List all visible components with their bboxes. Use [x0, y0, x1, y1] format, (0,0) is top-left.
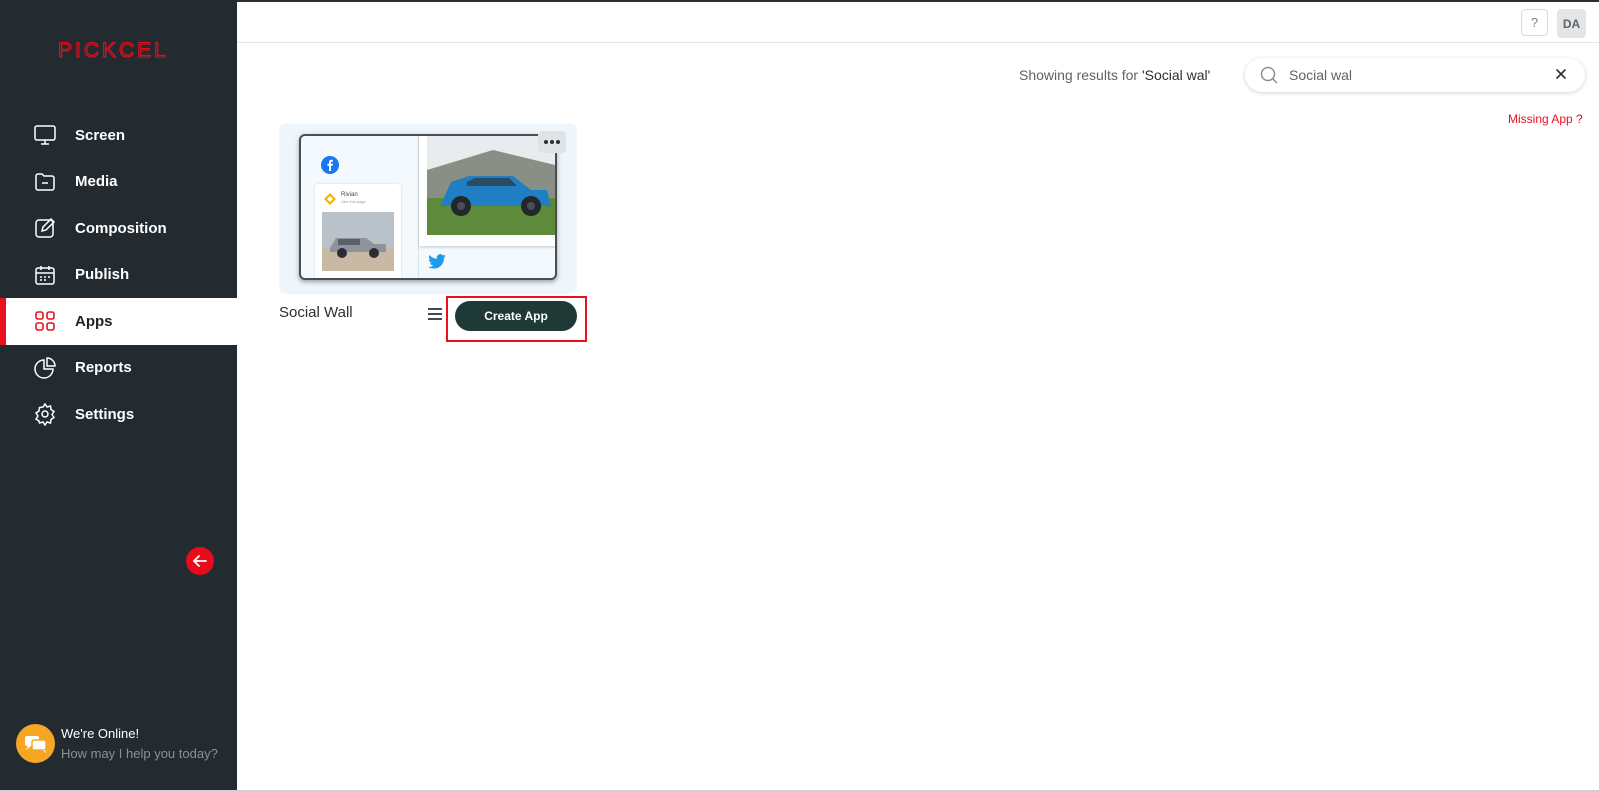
truck-photo — [322, 212, 394, 271]
folder-icon — [35, 173, 55, 191]
apps-grid-icon — [35, 311, 55, 332]
chat-subtitle: How may I help you today? — [61, 746, 218, 761]
more-options-button[interactable] — [538, 131, 566, 153]
calendar-icon — [35, 265, 55, 285]
sidebar-item-label: Media — [75, 173, 118, 191]
more-horizontal-icon — [544, 140, 560, 144]
rivian-logo-icon — [324, 193, 336, 205]
tablet-preview: Rivian Like this page — [299, 134, 557, 280]
create-app-button[interactable]: Create App — [455, 301, 577, 331]
sidebar-item-label: Apps — [75, 312, 113, 330]
sidebar-item-label: Publish — [75, 266, 130, 284]
user-avatar[interactable]: DA — [1557, 9, 1586, 38]
edit-icon — [35, 218, 56, 238]
chat-icon — [16, 724, 55, 763]
search-box — [1245, 58, 1585, 92]
sidebar-item-label: Settings — [75, 405, 135, 423]
hamburger-menu-icon[interactable] — [427, 307, 443, 321]
sidebar-item-reports[interactable]: Reports — [0, 345, 237, 392]
post-author: Rivian — [341, 192, 358, 198]
sidebar-item-media[interactable]: Media — [0, 159, 237, 206]
chat-title: We're Online! — [61, 726, 140, 741]
collapse-sidebar-button[interactable] — [186, 547, 214, 575]
sidebar-item-label: Composition — [75, 219, 167, 237]
topbar — [237, 0, 1599, 43]
results-query: 'Social wal' — [1141, 67, 1211, 83]
sidebar: PICKCEL Screen Media Composition Publish… — [0, 0, 237, 792]
sidebar-item-composition[interactable]: Composition — [0, 205, 237, 252]
sidebar-item-label: Screen — [75, 126, 126, 144]
sidebar-item-screen[interactable]: Screen — [0, 112, 237, 159]
pickcel-logo[interactable]: PICKCEL — [58, 38, 180, 62]
results-prefix: Showing results for — [1019, 67, 1142, 83]
gear-icon — [34, 402, 56, 427]
arrow-left-icon — [192, 555, 207, 567]
sidebar-item-label: Reports — [75, 359, 132, 377]
help-button[interactable]: ? — [1521, 9, 1548, 36]
monitor-icon — [34, 125, 56, 145]
search-results-text: Showing results for 'Social wal' — [1019, 67, 1210, 83]
pie-chart-icon — [34, 356, 56, 379]
facebook-post-card: Rivian Like this page — [315, 184, 401, 278]
sidebar-item-apps[interactable]: Apps — [0, 298, 237, 345]
chat-widget[interactable]: We're Online! How may I help you today? — [16, 722, 231, 766]
facebook-icon — [321, 156, 339, 174]
app-card-thumbnail[interactable]: Rivian Like this page — [279, 124, 577, 294]
post-subtitle: Like this page — [341, 199, 366, 204]
sidebar-item-settings[interactable]: Settings — [0, 391, 237, 438]
close-icon[interactable] — [1553, 66, 1569, 82]
missing-app-link[interactable]: Missing App ? — [1508, 112, 1583, 126]
twitter-icon — [428, 254, 446, 269]
sidebar-item-publish[interactable]: Publish — [0, 252, 237, 299]
search-input[interactable] — [1289, 64, 1539, 86]
app-title: Social Wall — [279, 304, 353, 321]
sidebar-nav: Screen Media Composition Publish Apps Re… — [0, 112, 237, 438]
svg-text:PICKCEL: PICKCEL — [58, 39, 169, 62]
search-icon — [1260, 66, 1278, 84]
instagram-photo-card — [419, 136, 555, 246]
